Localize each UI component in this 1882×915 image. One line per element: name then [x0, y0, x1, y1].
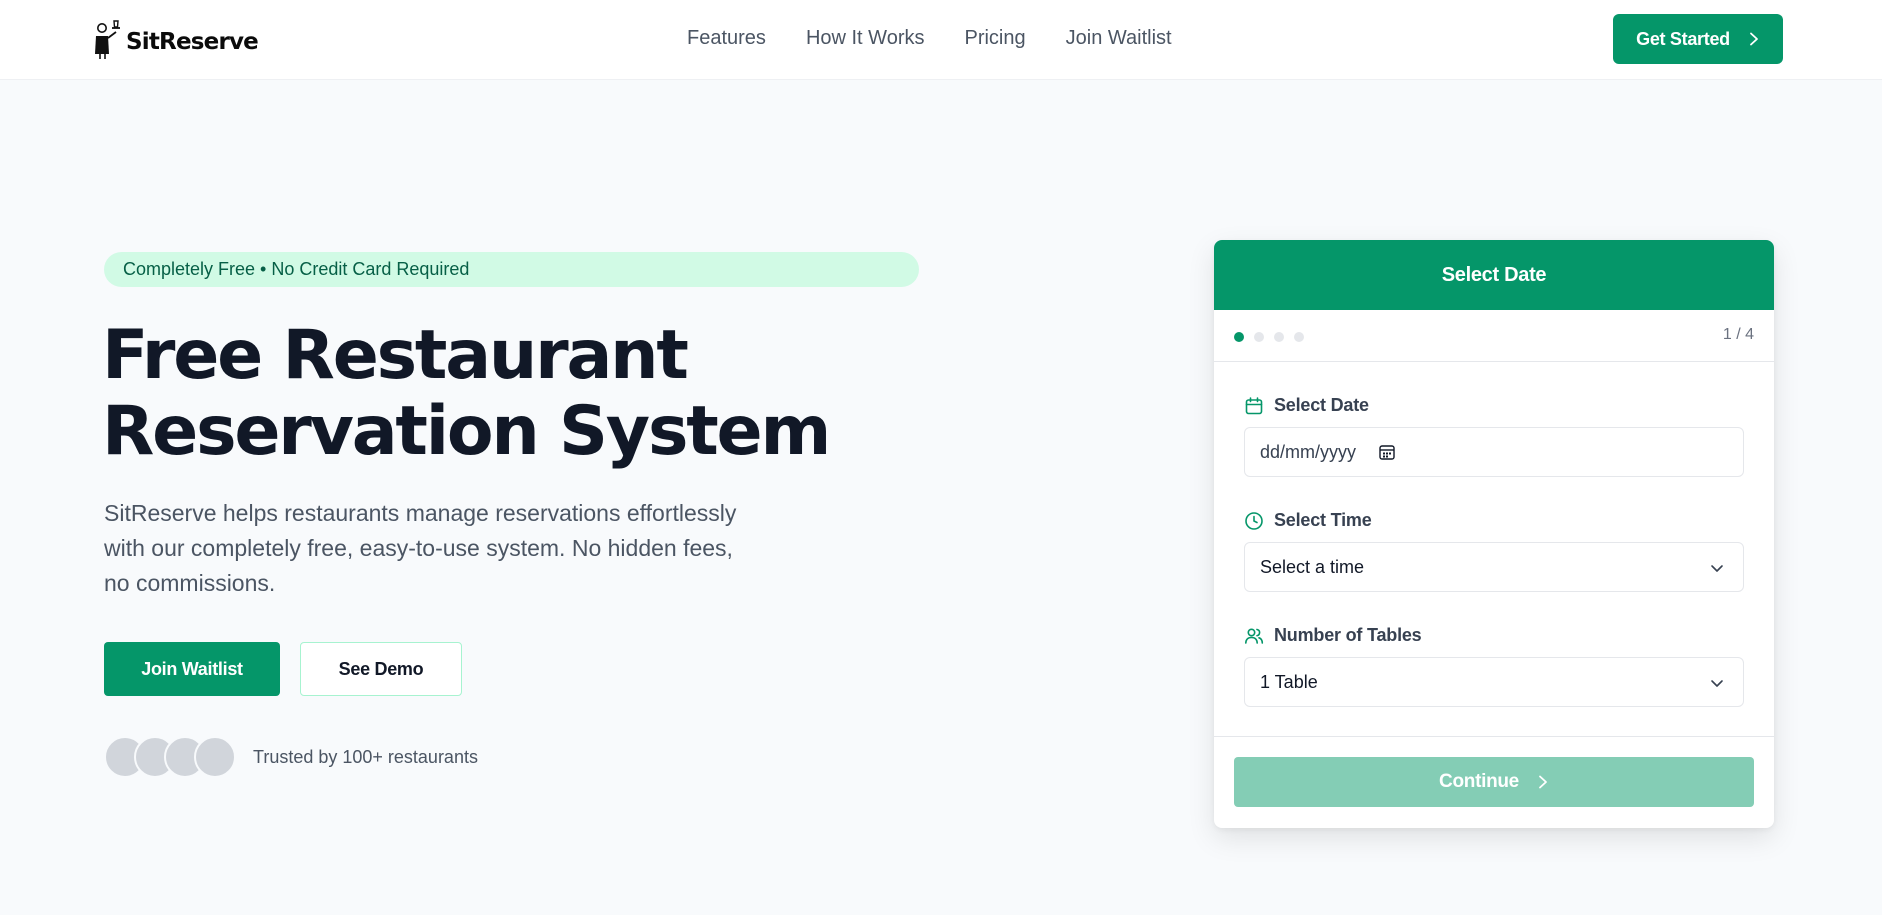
continue-button[interactable]: Continue [1234, 757, 1754, 807]
chevron-right-icon [1749, 32, 1758, 46]
time-label: Select Time [1244, 510, 1372, 531]
booking-card-header: Select Date [1214, 240, 1774, 310]
step-dot [1274, 332, 1284, 342]
step-dot [1294, 332, 1304, 342]
hero-title: Free Restaurant Reservation System [102, 316, 831, 471]
date-label: Select Date [1244, 395, 1369, 416]
tables-select-value: 1 Table [1260, 671, 1318, 692]
clock-icon [1245, 511, 1263, 530]
time-label-text: Select Time [1274, 510, 1372, 530]
get-started-button[interactable]: Get Started [1613, 14, 1783, 64]
booking-card-footer: Continue [1214, 736, 1774, 828]
calendar-picker-icon[interactable] [1378, 443, 1396, 461]
hero-description: SitReserve helps restaurants manage rese… [104, 500, 737, 596]
chevron-down-icon [1711, 565, 1723, 572]
see-demo-button[interactable]: See Demo [300, 642, 462, 696]
nav-link-features[interactable]: Features [687, 27, 766, 50]
waiter-logo-icon [95, 20, 120, 59]
trusted-text: Trusted by 100+ restaurants [253, 747, 478, 767]
nav-links: Features How It Works Pricing Join Waitl… [687, 27, 1172, 50]
date-placeholder: dd/mm/yyyy [1260, 441, 1357, 462]
get-started-label: Get Started [1636, 28, 1730, 49]
calendar-icon [1245, 396, 1263, 414]
tables-select[interactable]: 1 Table [1244, 657, 1744, 707]
hero-title-line-1: Free Restaurant [102, 316, 689, 395]
brand-name: SitReserve [126, 29, 259, 55]
step-dot [1254, 332, 1264, 342]
nav-link-join-waitlist[interactable]: Join Waitlist [1066, 27, 1172, 50]
avatar-group [104, 736, 236, 778]
chevron-down-icon [1711, 680, 1723, 687]
free-badge: Completely Free • No Credit Card Require… [104, 252, 919, 287]
users-icon [1245, 627, 1264, 644]
date-input[interactable]: dd/mm/yyyy [1244, 427, 1744, 477]
logo[interactable]: SitReserve [92, 18, 259, 60]
time-select-value: Select a time [1260, 556, 1365, 577]
step-progress: 1 / 4 [1214, 310, 1774, 362]
time-select[interactable]: Select a time [1244, 542, 1744, 592]
continue-label: Continue [1439, 771, 1519, 792]
hero-title-line-2: Reservation System [102, 392, 831, 471]
nav-link-how-it-works[interactable]: How It Works [806, 27, 925, 50]
chevron-right-icon [1539, 775, 1547, 789]
join-waitlist-button[interactable]: Join Waitlist [104, 642, 280, 696]
date-label-text: Select Date [1274, 395, 1369, 415]
booking-card: Select Date 1 / 4 Select Date dd/mm/yyyy… [1214, 240, 1774, 828]
nav-link-pricing[interactable]: Pricing [964, 27, 1025, 50]
step-dot-active [1234, 332, 1244, 342]
avatar [194, 736, 236, 778]
tables-label-text: Number of Tables [1274, 625, 1422, 645]
tables-label: Number of Tables [1244, 625, 1422, 646]
step-indicator: 1 / 4 [1722, 326, 1754, 343]
top-navigation: SitReserve Features How It Works Pricing… [0, 0, 1882, 80]
